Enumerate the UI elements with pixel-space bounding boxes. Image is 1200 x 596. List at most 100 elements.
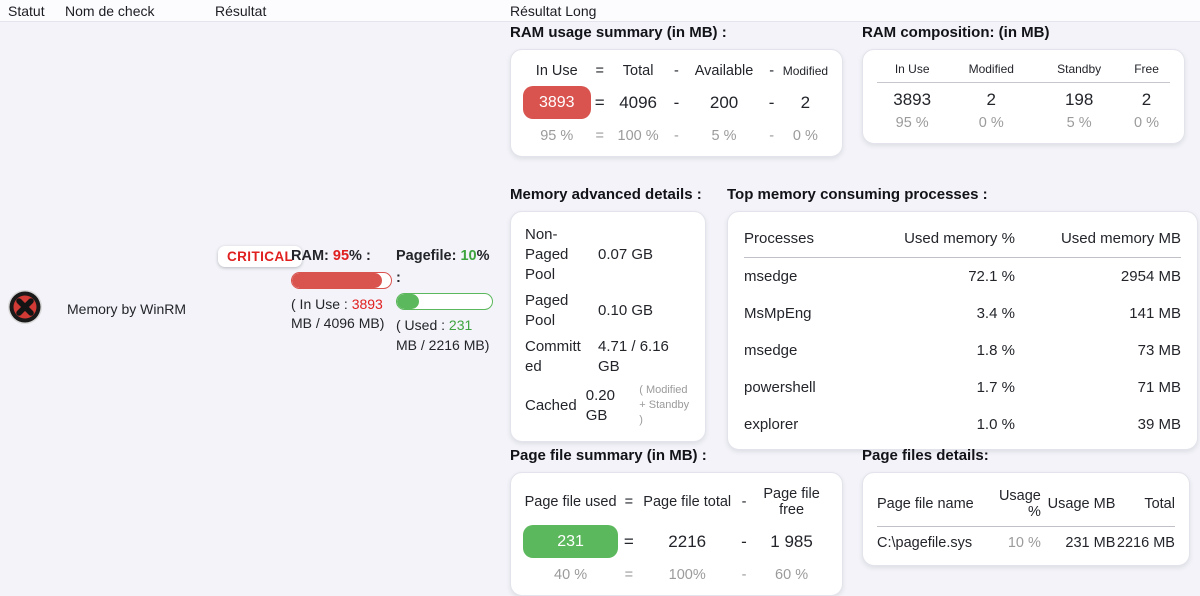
page-file-total-percent: 100% [669, 567, 706, 583]
equals-sign: = [596, 128, 604, 144]
process-name: msedge [744, 342, 884, 359]
col-header-resultat-long[interactable]: Résultat Long [510, 3, 596, 19]
pagefile-details-card: Page file name Usage % Usage MB Total C:… [862, 472, 1190, 566]
ram-composition-card: In Use Modified Standby Free 3893 2 198 … [862, 49, 1185, 144]
col-header-resultat[interactable]: Résultat [215, 3, 266, 19]
in-use-percent: 95 % [896, 115, 929, 131]
paged-pool-label: Paged Pool [525, 291, 589, 331]
in-use-percent: 95 % [540, 128, 573, 144]
ram-progress-fill [292, 273, 382, 288]
page-file-free-value: 1 985 [770, 532, 813, 552]
hdr-usage-mb: Usage MB [1041, 496, 1116, 512]
pagefile-details-title: Page files details: [862, 447, 1190, 464]
cached-note: ( Modified + Standby ) [639, 383, 691, 428]
ram-percent-suffix: % : [349, 248, 371, 264]
process-name: powershell [744, 379, 884, 396]
ram-gauge-title: RAM: 95% : [291, 247, 392, 267]
paged-pool-value: 0.10 GB [598, 301, 653, 321]
col-header-statut[interactable]: Statut [8, 3, 45, 19]
ram-detail-value: 3893 [352, 296, 383, 312]
hdr-in-use: In Use [536, 63, 578, 79]
process-used-pct: 3.4 % [884, 305, 1015, 322]
memory-advanced-card: Non-Paged Pool 0.07 GB Paged Pool 0.10 G… [510, 211, 706, 442]
col-header-nom-de-check[interactable]: Nom de check [65, 3, 154, 19]
ram-summary-header-row: In Use = Total - Available - Modified [523, 63, 830, 79]
hdr-total: Total [1115, 496, 1175, 512]
check-name[interactable]: Memory by WinRM [67, 301, 186, 317]
pagefile-label: Pagefile: [396, 248, 456, 264]
top-processes-section: Top memory consuming processes : Process… [727, 186, 1198, 450]
modified-value: 2 [987, 90, 996, 110]
ram-gauge-block: RAM: 95% : ( In Use : 3893 MB / 4096 MB) [291, 247, 392, 334]
ram-composition-title: RAM composition: (in MB) [862, 24, 1185, 41]
hdr-total: Total [623, 63, 654, 79]
hdr-modified: Modified [783, 64, 828, 78]
pagefile-summary-title: Page file summary (in MB) : [510, 447, 843, 464]
hdr-usage-pct: Usage % [984, 488, 1041, 520]
process-used-pct: 72.1 % [884, 268, 1015, 285]
ram-summary-values-row: 3893 = 4096 - 200 - 2 [523, 86, 830, 119]
ram-summary-percents-row: 95 % = 100 % - 5 % - 0 % [523, 128, 830, 144]
modified-percent: 0 % [979, 115, 1004, 131]
ram-composition-header-row: In Use Modified Standby Free [877, 62, 1170, 83]
minus-sign: - [674, 128, 679, 144]
process-used-mb: 71 MB [1015, 379, 1181, 396]
ram-detail-suffix: MB / 4096 MB) [291, 315, 384, 331]
equals-sign: = [595, 93, 605, 113]
advanced-row: Paged Pool 0.10 GB [525, 288, 691, 334]
hdr-in-use: In Use [895, 62, 930, 76]
processes-header-row: Processes Used memory % Used memory MB [744, 218, 1181, 258]
page-file-usage-mb: 231 MB [1041, 535, 1116, 551]
modified-value: 2 [801, 93, 810, 113]
hdr-used-memory-pct: Used memory % [884, 230, 1015, 247]
ram-detail-text: ( In Use : 3893 MB / 4096 MB) [291, 295, 392, 334]
standby-value: 198 [1065, 90, 1093, 110]
top-processes-title: Top memory consuming processes : [727, 186, 1198, 203]
equals-sign: = [596, 63, 604, 79]
available-value: 200 [710, 93, 738, 113]
process-row: powershell 1.7 % 71 MB [744, 369, 1181, 406]
pagefile-gauge-title: Pagefile: 10% [396, 247, 493, 267]
hdr-processes: Processes [744, 230, 884, 247]
pagefile-summary-section: Page file summary (in MB) : Page file us… [510, 447, 843, 596]
minus-sign: - [742, 567, 747, 583]
hdr-available: Available [695, 63, 754, 79]
minus-sign: - [674, 63, 679, 79]
page-file-used-percent: 40 % [554, 567, 587, 583]
non-paged-pool-label: Non-Paged Pool [525, 225, 589, 285]
process-row: explorer 1.0 % 39 MB [744, 406, 1181, 443]
equals-sign: = [625, 494, 633, 510]
minus-sign: - [769, 128, 774, 144]
status-badge: CRITICAL [218, 246, 302, 267]
ram-composition-section: RAM composition: (in MB) In Use Modified… [862, 24, 1185, 144]
equals-sign: = [624, 532, 634, 552]
committed-value: 4.71 / 6.16 GB [598, 337, 670, 377]
non-paged-pool-value: 0.07 GB [598, 245, 653, 265]
advanced-row: Non-Paged Pool 0.07 GB [525, 222, 691, 288]
page-file-usage-pct: 10 % [984, 535, 1041, 551]
process-name: explorer [744, 416, 884, 433]
hdr-free: Free [1134, 62, 1159, 76]
hdr-page-file-name: Page file name [877, 496, 984, 512]
pagefile-detail-row: C:\pagefile.sys 10 % 231 MB 2216 MB [877, 527, 1175, 559]
process-name: msedge [744, 268, 884, 285]
free-percent: 0 % [1134, 115, 1159, 131]
ram-detail-prefix: ( In Use : [291, 296, 352, 312]
pagefile-summary-card: Page file used = Page file total - Page … [510, 472, 843, 596]
total-percent: 100 % [618, 128, 659, 144]
minus-sign: - [769, 93, 775, 113]
pagefile-percent-value: 10 [460, 248, 476, 264]
total-value: 4096 [619, 93, 657, 113]
pagefile-detail-prefix: ( Used : [396, 317, 449, 333]
standby-percent: 5 % [1067, 115, 1092, 131]
memory-advanced-section: Memory advanced details : Non-Paged Pool… [510, 186, 706, 442]
pagefile-gauge-block: Pagefile: 10% : ( Used : 231 MB / 2216 M… [396, 247, 493, 355]
process-used-mb: 39 MB [1015, 416, 1181, 433]
hdr-page-file-total: Page file total [643, 494, 731, 510]
in-use-value-chip: 3893 [523, 86, 591, 119]
ram-progress-bar [291, 272, 392, 289]
pagefile-progress-bar [396, 293, 493, 310]
hdr-page-file-used: Page file used [525, 494, 617, 510]
hdr-standby: Standby [1057, 62, 1101, 76]
minus-sign: - [741, 532, 747, 552]
